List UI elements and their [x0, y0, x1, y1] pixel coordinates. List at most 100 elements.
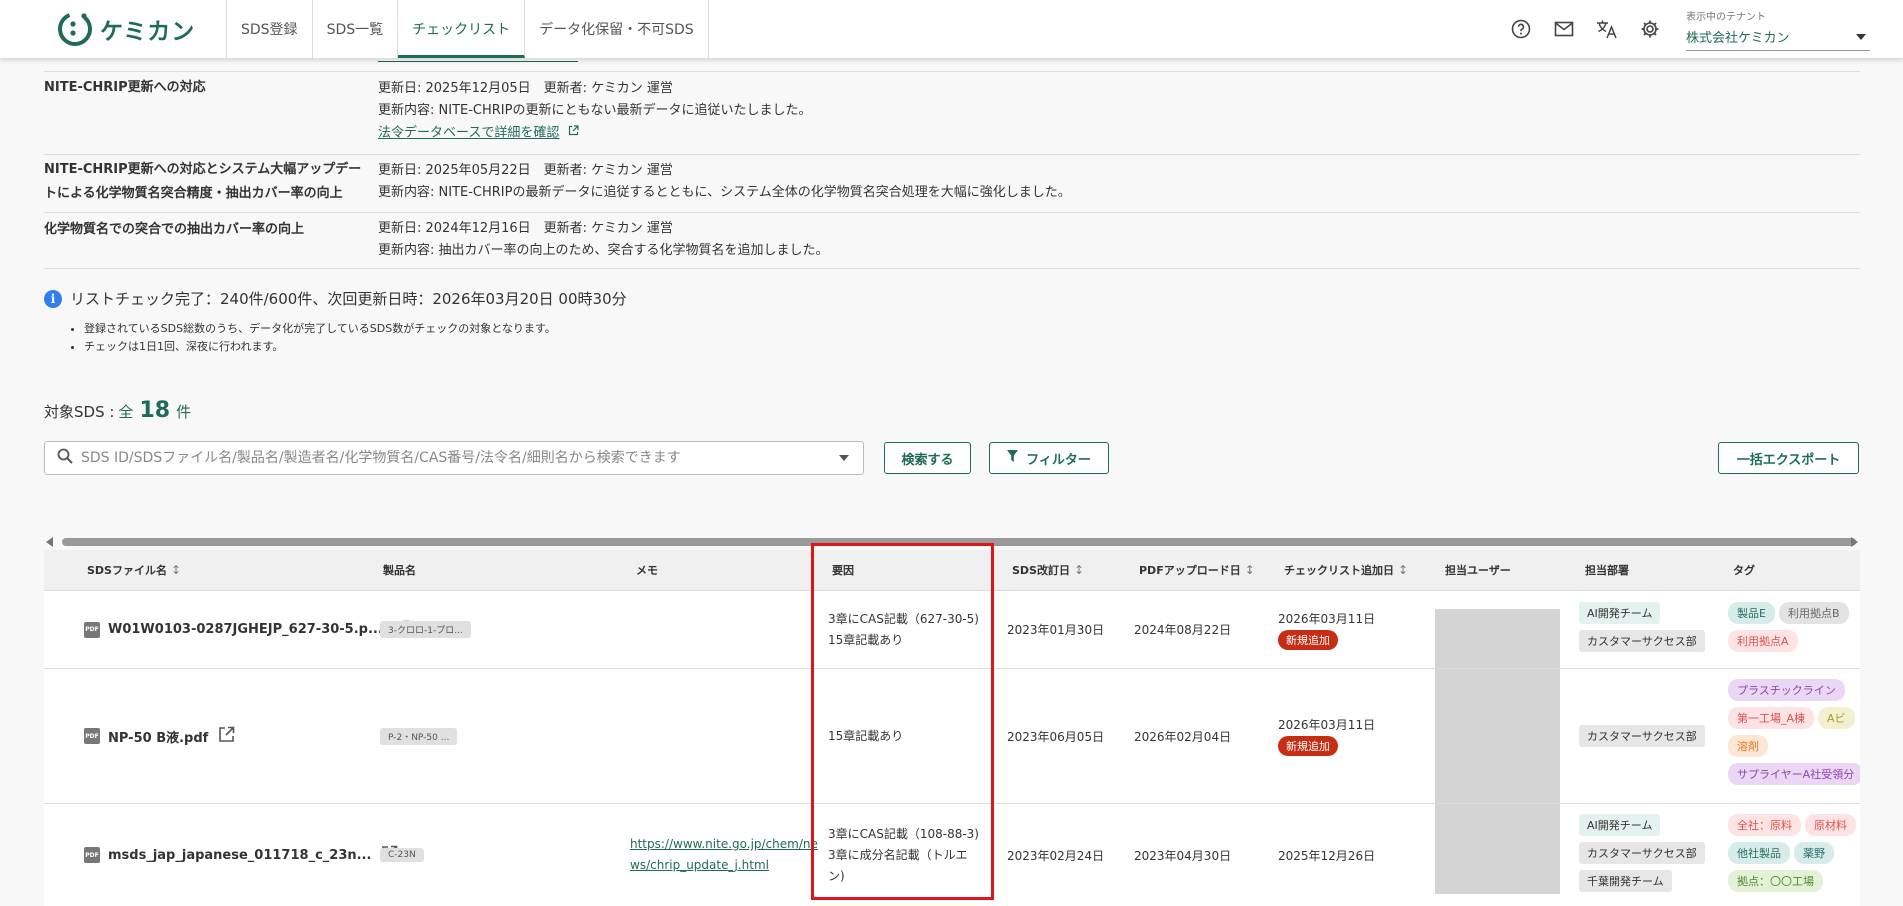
- sds-file-name[interactable]: msds_jap_japanese_011718_c_23n...: [108, 848, 371, 863]
- bulk-export-button[interactable]: 一括エクスポート: [1718, 442, 1859, 474]
- header-icons: [1508, 16, 1662, 41]
- update-content: 更新内容: NITE-CHRIPの更新にともない最新データに追従いたしました。: [378, 103, 812, 118]
- added-date: 2025年12月26日: [1278, 848, 1376, 863]
- added-date: 2026年03月11日: [1278, 718, 1376, 732]
- top-bar: ケミカン SDS登録 SDS一覧 チェックリスト データ化保留・不可SDS 表示…: [0, 0, 1903, 59]
- col-header-revised[interactable]: SDS改訂日 ↕: [1012, 550, 1084, 590]
- scroll-right-icon[interactable]: [1851, 537, 1858, 547]
- col-uploaded-label: PDFアップロード日: [1139, 564, 1241, 577]
- col-header-user: 担当ユーザー: [1445, 550, 1511, 590]
- sort-icon[interactable]: ↕: [1398, 563, 1408, 577]
- upload-date: 2024年08月22日: [1134, 623, 1232, 637]
- col-product-label: 製品名: [383, 564, 416, 577]
- law-db-link[interactable]: 法令データベースで詳細を確認: [378, 126, 559, 141]
- tag-chip: 溶剤: [1728, 735, 1768, 757]
- assigned-user-redacted: [1435, 669, 1560, 803]
- update-title: NITE-CHRIP更新への対応とシステム大幅アップデートによる化学物質名突合精…: [44, 162, 362, 201]
- col-user-label: 担当ユーザー: [1445, 564, 1511, 577]
- scroll-left-icon[interactable]: [46, 537, 53, 547]
- tab-sds-list[interactable]: SDS一覧: [313, 0, 399, 58]
- memo-line: ws/chrip_update_j.html: [630, 858, 769, 872]
- col-header-dept: 担当部署: [1585, 550, 1629, 590]
- app-logo[interactable]: ケミカン: [56, 10, 195, 48]
- table-row[interactable]: PDF msds_jap_japanese_011718_c_23n... C-…: [44, 804, 1860, 906]
- pdf-file-icon: PDF: [84, 847, 100, 863]
- count-all-label: 全: [118, 403, 134, 421]
- pdf-file-icon: PDF: [84, 728, 100, 744]
- dept-chip: カスタマーサクセス部: [1579, 629, 1705, 652]
- table-horizontal-scrollbar[interactable]: [44, 535, 1860, 547]
- checklist-status: i リストチェック完了：240件/600件、次回更新日時：2026年03月20日…: [44, 288, 627, 309]
- update-row: NITE-CHRIP更新への対応とシステム大幅アップデートによる化学物質名突合精…: [44, 154, 1860, 213]
- filter-icon: [1007, 450, 1019, 466]
- sort-icon[interactable]: ↕: [1074, 563, 1084, 577]
- scrollbar-thumb[interactable]: [62, 538, 1856, 546]
- pdf-file-icon: PDF: [84, 621, 100, 638]
- assigned-user-redacted: [1435, 804, 1560, 894]
- note-item: チェックは1日1回、深夜に行われます。: [84, 338, 556, 356]
- note-item: 登録されているSDS総数のうち、データ化が完了しているSDS数がチェックの対象と…: [84, 320, 556, 338]
- memo-link[interactable]: https://www.nite.go.jp/chem/ne ws/chrip_u…: [630, 834, 818, 876]
- sort-icon[interactable]: ↕: [1245, 563, 1255, 577]
- tenant-dropdown[interactable]: 株式会社ケミカン: [1686, 23, 1870, 51]
- tag-chip: 全社：原料: [1728, 814, 1801, 836]
- brand-name: ケミカン: [100, 19, 196, 45]
- chevron-down-icon[interactable]: [839, 455, 849, 461]
- sds-file-name[interactable]: NP-50 B液.pdf: [108, 727, 208, 746]
- search-input[interactable]: [79, 449, 839, 467]
- tab-checklist[interactable]: チェックリスト: [398, 0, 526, 58]
- tab-pending-sds[interactable]: データ化保留・不可SDS: [525, 0, 709, 58]
- col-tags-label: タグ: [1733, 564, 1755, 577]
- col-header-file[interactable]: SDSファイル名 ↕: [87, 550, 181, 590]
- tab-sds-register[interactable]: SDS登録: [227, 0, 313, 58]
- table-header: SDSファイル名 ↕ 製品名 メモ 要因 SDS改訂日 ↕ PDFアップロード日 ↕ …: [44, 550, 1860, 591]
- col-header-reason: 要因: [832, 550, 854, 590]
- settings-icon[interactable]: [1637, 16, 1662, 41]
- table-row[interactable]: PDF W01W0103-0287JGHEJP_627-30-5.p... 3-…: [44, 591, 1860, 669]
- tag-chip: Aビ: [1818, 707, 1855, 729]
- reason-text: 3章にCAS記載（627-30-5) 15章記載あり: [828, 609, 979, 651]
- mail-icon[interactable]: [1551, 16, 1576, 41]
- product-chip: 3-クロロ-1-プロ...: [380, 621, 471, 638]
- sort-icon[interactable]: ↕: [171, 563, 181, 577]
- search-button[interactable]: 検索する: [884, 442, 971, 474]
- update-body: 更新日: 2025年12月05日 更新者: ケミカン 運営 更新内容: NITE…: [378, 78, 811, 145]
- search-box[interactable]: [44, 441, 864, 475]
- col-header-uploaded[interactable]: PDFアップロード日 ↕: [1139, 550, 1255, 590]
- revised-date: 2023年01月30日: [1007, 623, 1105, 637]
- revised-date: 2023年06月05日: [1007, 729, 1105, 744]
- update-row: 化学物質名での突合での抽出カバー率の向上 更新日: 2024年12月16日 更新…: [44, 212, 1860, 269]
- tag-chip: 他社製品: [1728, 842, 1790, 864]
- table-row[interactable]: PDF NP-50 B液.pdf P-2・NP-50 ... 15章記載あり 2…: [44, 669, 1860, 804]
- help-icon[interactable]: [1508, 16, 1533, 41]
- update-title: 化学物質名での突合での抽出カバー率の向上: [44, 222, 305, 237]
- col-reason-label: 要因: [832, 564, 854, 577]
- filter-button[interactable]: フィルター: [989, 442, 1109, 474]
- col-revised-label: SDS改訂日: [1012, 564, 1070, 577]
- new-badge: 新規追加: [1278, 736, 1338, 756]
- reason-text: 3章にCAS記載（108-88-3) 3章に成分名記載（トルエ ン): [828, 824, 979, 887]
- dept-chip: カスタマーサクセス部: [1579, 842, 1705, 864]
- dept-chip: 千葉開発チーム: [1579, 870, 1672, 892]
- update-row-partial: [44, 58, 1860, 72]
- col-header-added[interactable]: チェックリスト追加日 ↕: [1284, 550, 1408, 590]
- tag-chip: 利用拠点B: [1778, 601, 1849, 624]
- col-memo-label: メモ: [636, 564, 658, 577]
- count-label: 対象SDS :: [44, 403, 115, 421]
- translate-icon[interactable]: [1594, 16, 1619, 41]
- tenant-value: 株式会社ケミカン: [1686, 31, 1790, 46]
- info-icon: i: [44, 289, 62, 308]
- col-header-product: 製品名: [383, 550, 416, 590]
- memo-line: https://www.nite.go.jp/chem/ne: [630, 837, 818, 851]
- tenant-selector[interactable]: 表示中のテナント 株式会社ケミカン: [1686, 8, 1870, 51]
- reason-text: 15章記載あり: [828, 728, 904, 743]
- tag-chip: 利用拠点A: [1728, 629, 1798, 652]
- col-header-memo: メモ: [636, 550, 658, 590]
- assigned-user-redacted: [1435, 609, 1560, 668]
- status-text: リストチェック完了：240件/600件、次回更新日時：2026年03月20日 0…: [70, 290, 627, 308]
- col-added-label: チェックリスト追加日: [1284, 564, 1394, 577]
- open-external-icon[interactable]: [218, 726, 235, 746]
- logo-mark-icon: [56, 10, 94, 48]
- tag-chip: 第一工場_A棟: [1728, 707, 1815, 729]
- sds-file-name[interactable]: W01W0103-0287JGHEJP_627-30-5.p...: [108, 622, 383, 637]
